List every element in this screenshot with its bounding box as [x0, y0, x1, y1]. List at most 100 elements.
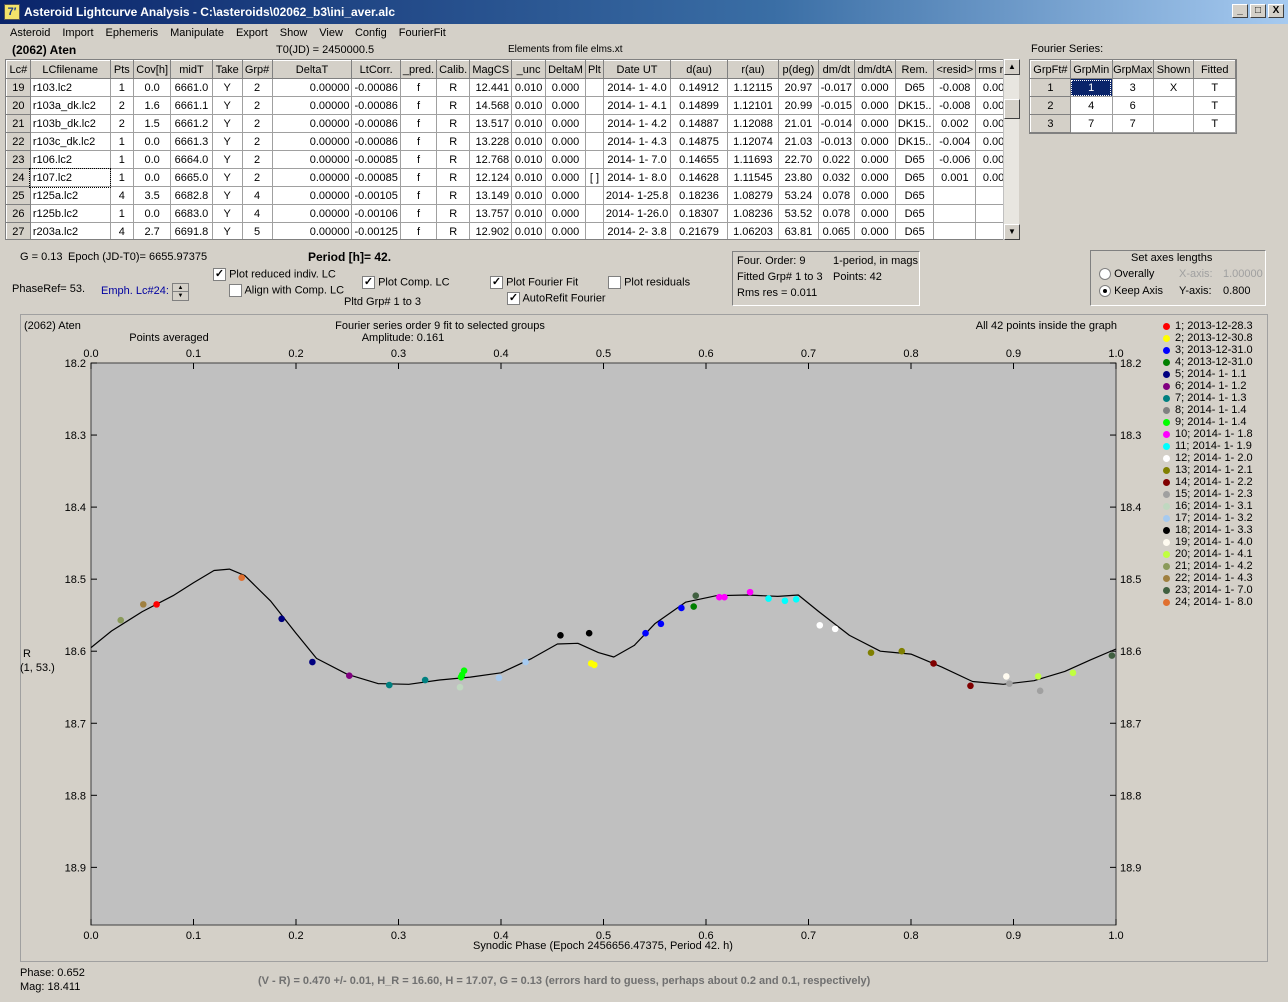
plot-area	[90, 362, 1117, 926]
lightcurve-chart[interactable]: 0.00.00.10.10.20.20.30.30.40.40.50.50.60…	[0, 0, 1288, 1002]
y-tick-label-right: 18.6	[1120, 646, 1141, 658]
legend-label: 13; 2014- 1- 2.1	[1175, 464, 1253, 476]
x-tick-label-top: 0.2	[288, 348, 303, 360]
data-point	[898, 647, 906, 655]
legend-item: 6; 2014- 1- 1.2	[1163, 380, 1253, 392]
x-tick-label: 0.7	[801, 930, 816, 942]
phase-readout: Phase: 0.652	[20, 967, 85, 979]
legend-label: 21; 2014- 1- 4.2	[1175, 560, 1253, 572]
y-tick-label: 18.8	[65, 790, 86, 802]
data-point	[590, 661, 598, 669]
x-axis-title: Synodic Phase (Epoch 2456656.47375, Peri…	[473, 940, 733, 952]
legend-label: 14; 2014- 1- 2.2	[1175, 476, 1253, 488]
legend-dot-icon	[1163, 358, 1170, 366]
data-point	[967, 682, 974, 690]
data-point	[346, 672, 353, 680]
legend-label: 19; 2014- 1- 4.0	[1175, 536, 1253, 548]
data-point	[1036, 687, 1044, 695]
legend-item: 12; 2014- 1- 2.0	[1163, 452, 1253, 464]
data-point	[642, 629, 649, 637]
y-tick-label: 18.4	[65, 502, 86, 514]
legend-item: 18; 2014- 1- 3.3	[1163, 524, 1253, 536]
legend-dot-icon	[1163, 430, 1170, 438]
legend-item: 4; 2013-12-31.0	[1163, 356, 1253, 368]
legend-label: 15; 2014- 1- 2.3	[1175, 488, 1253, 500]
x-tick-label-top: 0.9	[1006, 348, 1021, 360]
data-point	[867, 649, 875, 656]
data-point	[456, 683, 464, 691]
y-tick-label-right: 18.8	[1120, 790, 1141, 802]
legend-dot-icon	[1163, 322, 1170, 330]
legend-item: 3; 2013-12-31.0	[1163, 344, 1253, 356]
x-tick-label: 0.8	[903, 930, 918, 942]
y-axis-subtitle: (1, 53.)	[20, 662, 55, 674]
legend-label: 22; 2014- 1- 4.3	[1175, 572, 1253, 584]
legend-dot-icon	[1163, 538, 1170, 546]
legend-item: 10; 2014- 1- 1.8	[1163, 428, 1253, 440]
data-point	[153, 601, 160, 608]
y-tick-label: 18.3	[65, 430, 86, 442]
data-point	[692, 592, 700, 600]
legend-dot-icon	[1163, 370, 1170, 378]
legend-item: 8; 2014- 1- 1.4	[1163, 404, 1253, 416]
legend-item: 15; 2014- 1- 2.3	[1163, 488, 1253, 500]
x-tick-label: 1.0	[1108, 930, 1123, 942]
data-point	[690, 603, 697, 610]
legend-dot-icon	[1163, 466, 1170, 474]
legend-item: 11; 2014- 1- 1.9	[1163, 440, 1253, 452]
legend-dot-icon	[1163, 550, 1170, 558]
legend-label: 11; 2014- 1- 1.9	[1175, 440, 1252, 452]
data-point	[238, 574, 245, 582]
legend-label: 8; 2014- 1- 1.4	[1175, 404, 1247, 416]
footer-note: (V - R) = 0.470 +/- 0.01, H_R = 16.60, H…	[258, 975, 871, 987]
y-tick-label-right: 18.2	[1120, 358, 1141, 370]
legend-item: 19; 2014- 1- 4.0	[1163, 536, 1253, 548]
data-point	[930, 660, 937, 667]
legend-label: 20; 2014- 1- 4.1	[1175, 548, 1253, 560]
data-point	[1006, 680, 1013, 687]
legend-dot-icon	[1163, 334, 1170, 342]
legend-dot-icon	[1163, 346, 1170, 354]
legend-label: 7; 2014- 1- 1.3	[1175, 392, 1247, 404]
legend-label: 24; 2014- 1- 8.0	[1175, 596, 1253, 608]
legend-item: 24; 2014- 1- 8.0	[1163, 596, 1253, 608]
legend-dot-icon	[1163, 442, 1170, 450]
legend-label: 3; 2013-12-31.0	[1175, 344, 1253, 356]
data-point	[460, 667, 468, 674]
chart-legend: 1; 2013-12-28.3 2; 2013-12-30.8 3; 2013-12…	[1163, 320, 1253, 608]
legend-dot-icon	[1163, 502, 1170, 510]
legend-dot-icon	[1163, 586, 1170, 594]
legend-item: 9; 2014- 1- 1.4	[1163, 416, 1253, 428]
y-tick-label: 18.9	[65, 862, 86, 874]
legend-item: 13; 2014- 1- 2.1	[1163, 464, 1253, 476]
legend-item: 23; 2014- 1- 7.0	[1163, 584, 1253, 596]
data-point	[1034, 673, 1042, 680]
y-axis-title: R	[23, 648, 31, 660]
data-point	[831, 625, 839, 633]
x-tick-label-top: 0.5	[596, 348, 611, 360]
data-point	[1003, 673, 1010, 680]
data-point	[278, 615, 285, 623]
data-point	[421, 676, 429, 684]
x-tick-label-top: 0.1	[186, 348, 201, 360]
legend-dot-icon	[1163, 562, 1170, 570]
data-point	[139, 601, 147, 608]
legend-label: 16; 2014- 1- 3.1	[1175, 500, 1253, 512]
y-tick-label-right: 18.9	[1120, 862, 1141, 874]
legend-label: 2; 2013-12-30.8	[1175, 332, 1253, 344]
x-tick-label: 0.0	[83, 930, 98, 942]
y-tick-label: 18.5	[65, 574, 86, 586]
data-point	[117, 616, 125, 624]
legend-label: 12; 2014- 1- 2.0	[1175, 452, 1253, 464]
legend-item: 7; 2014- 1- 1.3	[1163, 392, 1253, 404]
data-point	[557, 632, 564, 639]
chart-points-inside: All 42 points inside the graph	[976, 320, 1117, 332]
data-point	[522, 658, 529, 666]
legend-label: 23; 2014- 1- 7.0	[1175, 584, 1253, 596]
legend-item: 16; 2014- 1- 3.1	[1163, 500, 1253, 512]
legend-item: 20; 2014- 1- 4.1	[1163, 548, 1253, 560]
y-tick-label: 18.2	[65, 358, 86, 370]
legend-item: 2; 2013-12-30.8	[1163, 332, 1253, 344]
data-point	[765, 595, 772, 602]
data-point	[657, 620, 665, 628]
